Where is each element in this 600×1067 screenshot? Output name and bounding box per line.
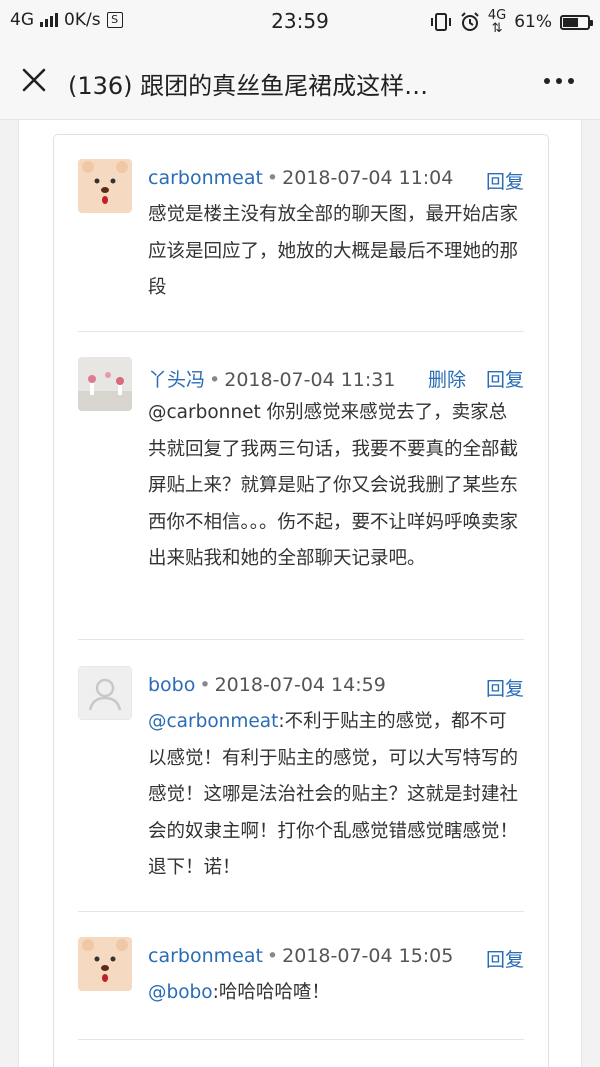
vibrate-icon (430, 13, 451, 31)
bear-avatar-icon (78, 159, 132, 213)
default-user-icon (78, 666, 132, 720)
page-title: (136) 跟团的真丝鱼尾裙成这样… (68, 72, 429, 100)
avatar[interactable] (78, 937, 132, 991)
alarm-icon (461, 12, 479, 31)
comment-body: 感觉是楼主没有放全部的聊天图，最开始店家应该是回应了，她放的大概是最后不理她的那… (148, 204, 519, 298)
comment-author[interactable]: carbonmeat (148, 167, 263, 189)
comment-text: :哈哈哈哈喳！ (212, 982, 330, 1003)
comment-header: 丫头冯 • 2018-07-04 11:31 删除 回复 (148, 365, 524, 391)
status-right: 4G ⇅ 61% (430, 8, 593, 36)
comment-body: @carbonnet 你别感觉来感觉去了，卖家总共就回复了我两三句话，我要不要真… (148, 402, 519, 569)
reply-button[interactable]: 回复 (486, 365, 524, 392)
network-4g-icon: 4G ⇅ (487, 8, 507, 36)
reply-button[interactable]: 回复 (486, 945, 524, 972)
battery-fill (563, 17, 578, 27)
separator: • (266, 167, 279, 189)
battery-icon (560, 14, 593, 30)
comment-author[interactable]: bobo (148, 674, 195, 696)
avatar[interactable] (78, 666, 132, 720)
comment-header: carbonmeat • 2018-07-04 15:05 回复 (148, 945, 524, 971)
comment-body: @carbonmeat:不利于贴主的感觉，都不可以感觉！有利于贴主的感觉，可以大… (148, 704, 518, 887)
separator: • (266, 945, 279, 967)
comment-body: @bobo:哈哈哈哈喳！ (148, 975, 518, 1012)
comment-item: 丫头冯 • 2018-07-04 11:31 删除 回复 @carbonnet 你别… (78, 357, 524, 617)
avatar[interactable] (78, 357, 132, 411)
avatar[interactable] (78, 159, 132, 213)
comment-text: :不利于贴主的感觉，都不可以感觉！有利于贴主的感觉，可以大写特写的感觉！这哪是法… (148, 711, 519, 878)
comment-date: 2018-07-04 11:31 (224, 369, 396, 391)
divider (78, 639, 524, 640)
mention-link[interactable]: @carbonmeat (148, 711, 278, 732)
status-bar: 4G 0K/s S 23:59 4G ⇅ 61% (0, 0, 600, 42)
photo-avatar-icon (78, 357, 132, 411)
reply-button[interactable]: 回复 (486, 674, 524, 701)
comment-author[interactable]: 丫头冯 (148, 369, 205, 391)
page-content[interactable]: carbonmeat • 2018-07-04 11:04 回复 感觉是楼主没有放全… (18, 120, 582, 1067)
comment-item: carbonmeat • 2018-07-04 15:05 回复 @bobo:哈哈哈… (78, 937, 524, 1047)
mention-link[interactable]: @bobo (148, 982, 213, 1003)
delete-button[interactable]: 删除 (428, 365, 466, 392)
comment-date: 2018-07-04 15:05 (282, 945, 454, 967)
comment-item: bobo • 2018-07-04 14:59 回复 @carbonmeat:不利于… (78, 666, 524, 896)
separator: • (209, 369, 221, 391)
separator: • (199, 674, 211, 696)
comment-item: carbonmeat • 2018-07-04 11:04 回复 感觉是楼主没有放全… (78, 159, 524, 329)
divider (78, 911, 524, 912)
more-options-icon[interactable] (544, 78, 574, 84)
comment-list: carbonmeat • 2018-07-04 11:04 回复 感觉是楼主没有放全… (53, 134, 549, 1067)
comment-header: carbonmeat • 2018-07-04 11:04 回复 (148, 167, 524, 193)
close-icon[interactable] (16, 62, 52, 98)
comment-header: bobo • 2018-07-04 14:59 回复 (148, 674, 524, 700)
reply-button[interactable]: 回复 (486, 167, 524, 194)
bear-avatar-icon (78, 937, 132, 991)
battery-percent: 61% (514, 12, 552, 32)
title-bar: (136) 跟团的真丝鱼尾裙成这样… (0, 42, 600, 120)
divider (78, 1039, 524, 1040)
comment-date: 2018-07-04 11:04 (282, 167, 454, 189)
divider (78, 331, 524, 332)
comment-author[interactable]: carbonmeat (148, 945, 263, 967)
comment-date: 2018-07-04 14:59 (214, 674, 386, 696)
